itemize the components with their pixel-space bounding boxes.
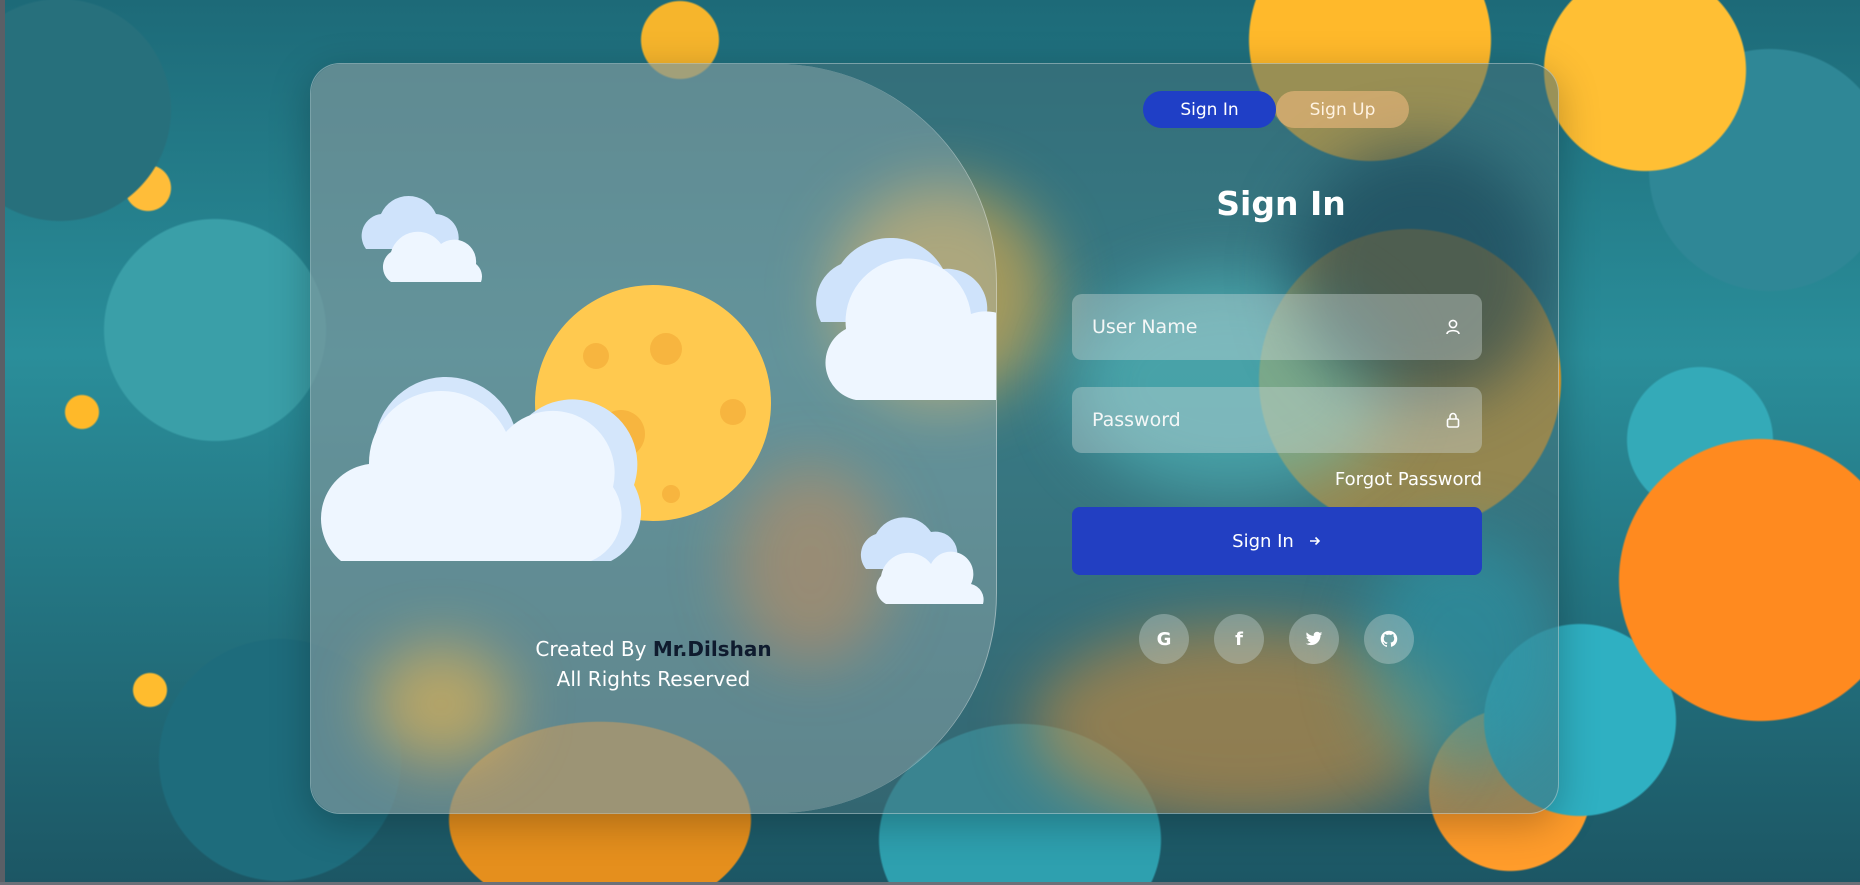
github-login-button[interactable]	[1364, 614, 1414, 664]
twitter-login-button[interactable]	[1289, 614, 1339, 664]
sign-in-button-label: Sign In	[1232, 530, 1294, 552]
forgot-password-link[interactable]: Forgot Password	[1272, 469, 1482, 490]
cloud-icon	[860, 517, 984, 604]
user-icon	[1446, 319, 1460, 335]
form-title: Sign In	[1216, 184, 1346, 223]
credits: Created By Mr.Dilshan All Rights Reserve…	[311, 634, 996, 694]
facebook-icon: f	[1235, 628, 1243, 650]
rights-text: All Rights Reserved	[556, 667, 751, 691]
illustration-panel: Created By Mr.Dilshan All Rights Reserve…	[311, 64, 997, 813]
social-login: G f	[1139, 614, 1414, 664]
cloud-icon	[816, 237, 996, 400]
created-by-text: Created By	[535, 637, 647, 661]
cloud-icon	[361, 195, 482, 282]
bokeh-blob	[1291, 144, 1551, 404]
facebook-login-button[interactable]: f	[1214, 614, 1264, 664]
weather-illustration	[320, 195, 996, 604]
tab-sign-up[interactable]: Sign Up	[1276, 91, 1409, 128]
window-edge-left	[0, 0, 5, 885]
tab-sign-in[interactable]: Sign In	[1143, 91, 1276, 128]
sign-in-button[interactable]: Sign In	[1072, 507, 1482, 575]
cloud-icon	[320, 376, 642, 561]
auth-tabs: Sign In Sign Up	[1143, 91, 1413, 128]
password-field[interactable]	[1072, 387, 1482, 453]
lock-icon	[1446, 412, 1460, 428]
login-card: Created By Mr.Dilshan All Rights Reserve…	[310, 63, 1559, 814]
google-icon: G	[1156, 628, 1172, 650]
author-name: Mr.Dilshan	[652, 637, 772, 661]
password-input[interactable]	[1090, 408, 1414, 432]
username-input[interactable]	[1090, 315, 1414, 339]
arrow-right-icon	[1309, 536, 1320, 546]
credits-line-author: Created By Mr.Dilshan	[311, 634, 996, 664]
twitter-icon	[1305, 631, 1323, 646]
github-icon	[1380, 630, 1398, 647]
google-login-button[interactable]: G	[1139, 614, 1189, 664]
username-field[interactable]	[1072, 294, 1482, 360]
